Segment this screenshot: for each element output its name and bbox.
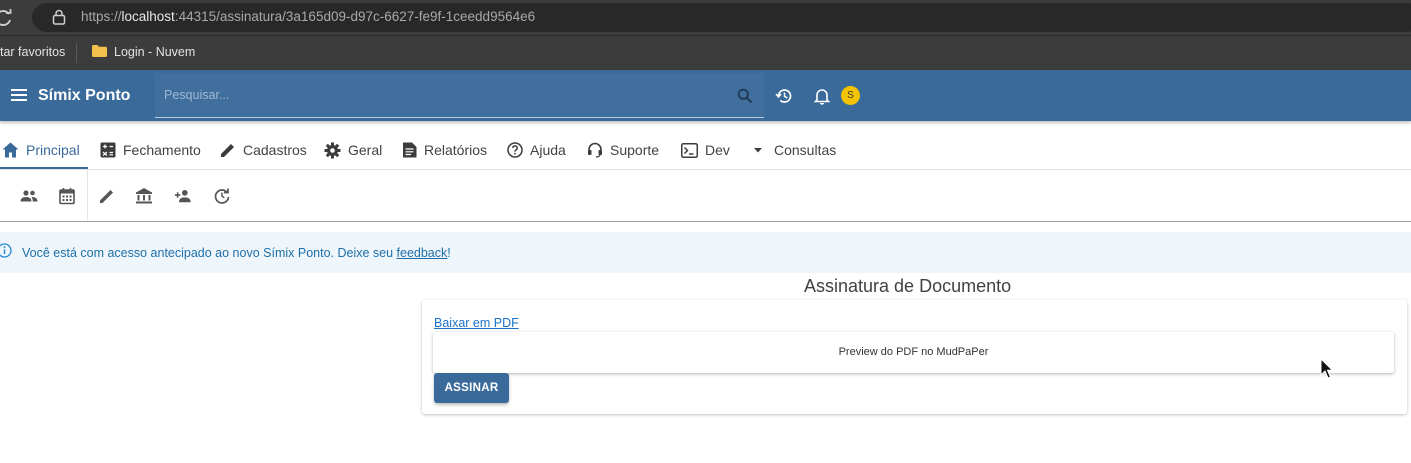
app-title[interactable]: Símix Ponto [38,87,130,105]
report-icon [403,142,417,158]
mouse-cursor-icon [1320,358,1334,379]
reload-icon[interactable] [0,8,14,28]
info-icon [0,243,12,258]
search-input[interactable] [164,86,724,104]
active-tab-indicator [0,167,88,169]
alert-message: Você está com acesso antecipado ao novo … [22,246,451,260]
tab-fechamento[interactable]: Fechamento [100,130,201,170]
tab-label: Cadastros [243,142,307,158]
tab-label: Consultas [774,142,837,158]
tab-suporte[interactable]: Suporte [587,130,659,170]
tab-label: Geral [348,142,383,158]
sub-toolbar [0,170,1411,222]
bookmark-favorites[interactable]: tar favoritos [0,45,65,59]
calendar-icon[interactable] [58,187,76,205]
bank-icon[interactable] [135,187,153,205]
tab-relatorios[interactable]: Relatórios [402,130,487,170]
page-title: Assinatura de Documento [804,276,1012,296]
toolbar-separator [87,170,88,221]
headset-icon [588,142,602,158]
tab-cadastros[interactable]: Cadastros [220,130,307,170]
main-tabs: Principal Fechamento Cadastros Geral Rel… [0,130,1411,170]
preview-text: Preview do PDF no MudPaPer [838,346,989,358]
tab-principal[interactable]: Principal [2,130,80,170]
home-icon [2,142,19,158]
menu-icon[interactable] [11,88,27,102]
tab-geral[interactable]: Geral [324,130,382,170]
terminal-icon [681,142,698,158]
folder-icon [92,45,107,57]
tab-consultas[interactable]: Consultas [751,130,836,170]
edit-icon[interactable] [98,187,116,205]
pdf-preview: Preview do PDF no MudPaPer [433,332,1394,373]
calculator-icon [100,142,116,158]
help-icon [507,142,523,158]
person-add-icon[interactable] [174,187,192,205]
pencil-icon [221,144,234,157]
tab-label: Principal [26,142,80,158]
bookmark-separator [76,43,77,63]
bookmarks-bar: tar favoritos Login - Nuvem [0,35,1411,70]
avatar[interactable]: S [841,86,860,105]
lock-icon[interactable] [52,9,66,25]
feedback-link[interactable]: feedback [397,246,448,260]
history-icon[interactable] [775,87,793,105]
download-pdf-link[interactable]: Baixar em PDF [434,316,519,330]
tab-label: Dev [705,142,730,158]
url-text[interactable]: https://localhost:44315/assinatura/3a165… [81,9,535,24]
tab-ajuda[interactable]: Ajuda [507,130,566,170]
sign-button[interactable]: ASSINAR [434,373,509,403]
people-icon[interactable] [20,187,38,205]
gear-icon [324,142,341,158]
bookmark-login-nuvem[interactable]: Login - Nuvem [114,45,195,59]
bell-icon[interactable] [814,87,830,105]
tab-label: Suporte [610,142,660,158]
tab-label: Relatórios [424,142,488,158]
app-bar: Símix Ponto [0,70,1411,121]
search-icon[interactable] [737,88,753,104]
tab-label: Fechamento [123,142,201,158]
browser-toolbar: https://localhost:44315/assinatura/3a165… [0,0,1411,35]
caret-down-icon [754,148,762,153]
tab-label: Ajuda [530,142,566,158]
tab-dev[interactable]: Dev [681,130,730,170]
refresh-icon[interactable] [213,187,231,205]
search-box [155,73,764,118]
